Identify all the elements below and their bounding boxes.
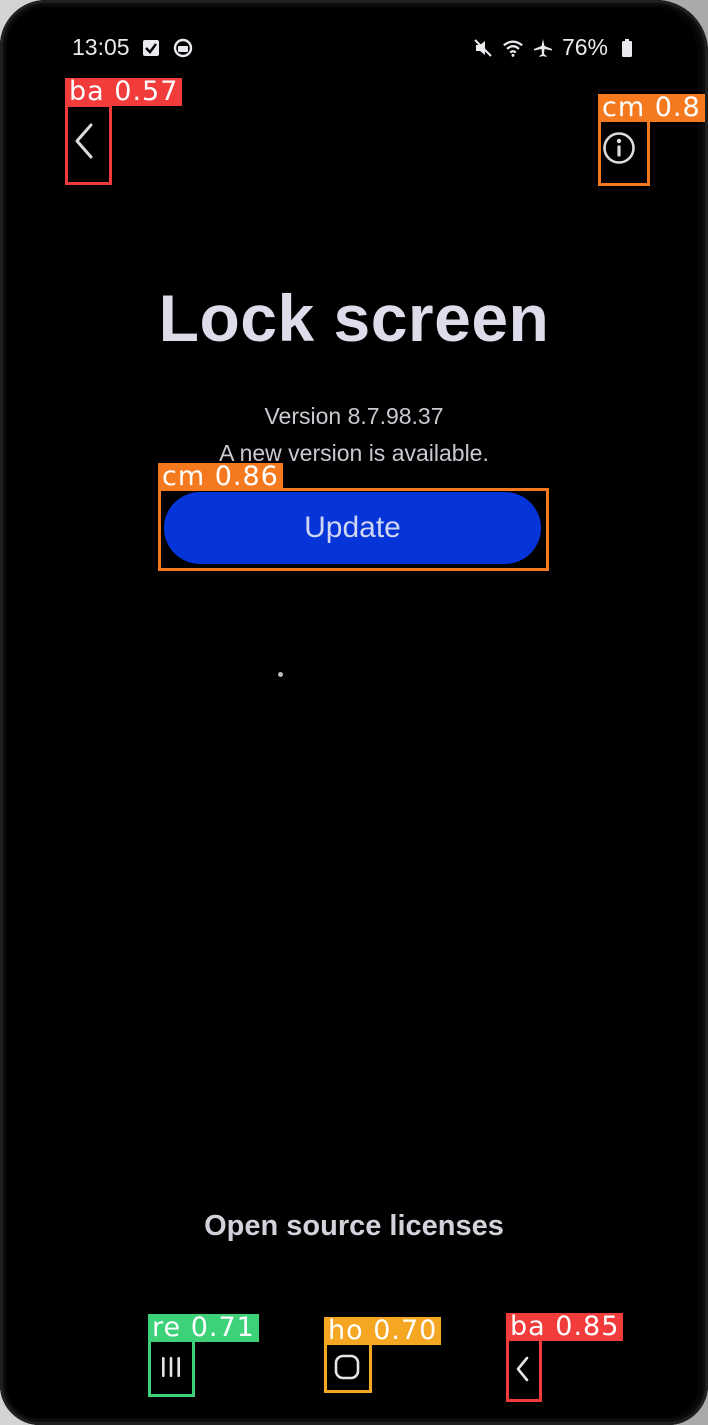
detection-label-update: cm 0.86 [158, 463, 283, 491]
battery-percent: 76% [561, 34, 608, 60]
detection-box-home [324, 1341, 372, 1393]
detection-box-back [65, 104, 112, 185]
status-right: 76% [472, 34, 638, 61]
loading-dot [278, 672, 283, 677]
detection-box-info [598, 118, 650, 186]
battery-icon [616, 37, 638, 59]
mute-icon [472, 37, 494, 59]
phone-frame: 13:05 76% Lock screen Version 8.7.98.37 … [0, 0, 708, 1425]
detection-box-recents [148, 1338, 195, 1397]
open-source-licenses-link[interactable]: Open source licenses [0, 1210, 708, 1243]
detection-label-info: cm 0.8 [598, 94, 705, 122]
checkbox-notification-icon [140, 37, 162, 59]
airplane-icon [532, 37, 554, 59]
phone-screen: 13:05 76% [6, 8, 698, 1418]
detection-label-system-back: ba 0.85 [506, 1313, 624, 1341]
status-left: 13:05 [72, 34, 194, 61]
page-title: Lock screen [158, 281, 550, 355]
version-text: Version 8.7.98.37 [264, 403, 444, 429]
detection-box-system-back [506, 1338, 542, 1402]
detection-label-back: ba 0.57 [65, 78, 183, 106]
detection-label-recents: re 0.71 [148, 1314, 259, 1342]
wifi-icon [502, 37, 524, 59]
detection-box-update [158, 488, 549, 571]
app-notification-icon [172, 37, 194, 59]
detection-label-home: ho 0.70 [324, 1317, 442, 1345]
status-time: 13:05 [72, 34, 130, 60]
photo-background: 13:05 76% Lock screen Version 8.7.98.37 … [0, 0, 708, 1425]
update-notice: A new version is available. [219, 440, 489, 466]
